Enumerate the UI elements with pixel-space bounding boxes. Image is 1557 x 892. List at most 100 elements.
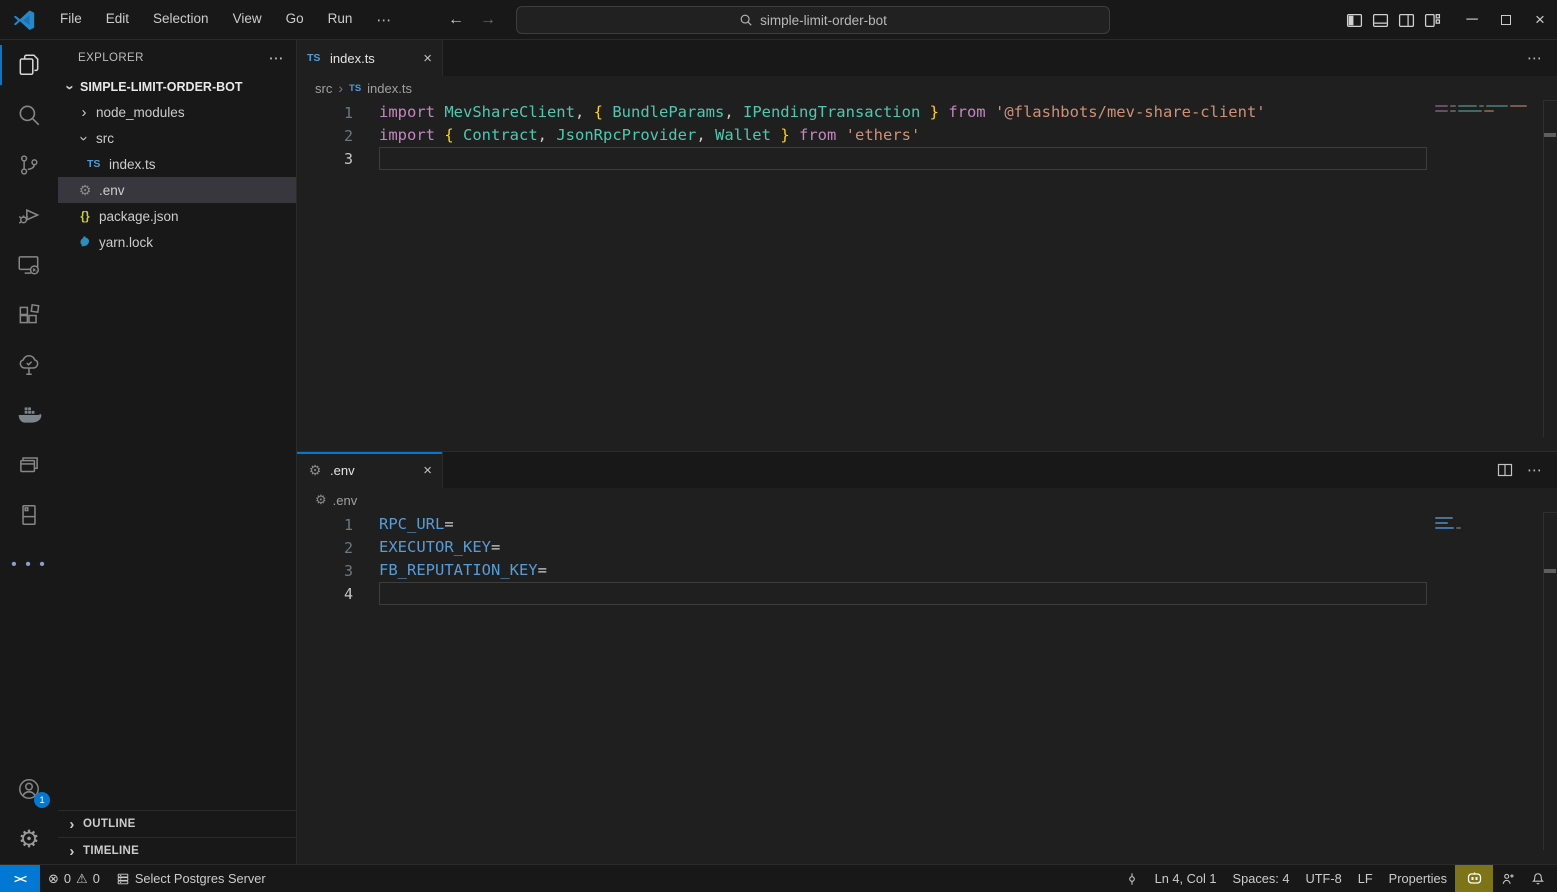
activitybar-source-control[interactable] <box>0 140 58 190</box>
forward-icon[interactable]: → <box>480 11 496 29</box>
command-center-search[interactable]: simple-limit-order-bot <box>516 6 1110 34</box>
menu-run[interactable]: Run <box>318 7 363 33</box>
outline-section[interactable]: › OUTLINE <box>58 810 296 837</box>
toggle-sidebar-icon[interactable] <box>1346 12 1363 29</box>
menu-go[interactable]: Go <box>276 7 314 33</box>
minimap[interactable] <box>1435 105 1541 112</box>
breadcrumb-folder[interactable]: src <box>315 81 332 96</box>
code-line-3[interactable]: 3 <box>297 147 1557 170</box>
close-tab-icon[interactable]: × <box>423 462 432 479</box>
tree-item-env[interactable]: ⚙ .env <box>58 177 296 203</box>
minimap[interactable] <box>1435 517 1541 529</box>
timeline-section[interactable]: › TIMELINE <box>58 837 296 864</box>
line-text: EXECUTOR_KEY= <box>379 536 1427 559</box>
cursor-position[interactable]: Ln 4, Col 1 <box>1147 865 1225 892</box>
ports-indicator[interactable] <box>1117 865 1147 892</box>
activitybar-search[interactable] <box>0 90 58 140</box>
activitybar-windows-extension[interactable] <box>0 440 58 490</box>
tree-item-package-json[interactable]: {} package.json <box>58 203 296 229</box>
breadcrumb-file[interactable]: .env <box>333 493 358 508</box>
outline-label: OUTLINE <box>83 818 136 830</box>
root-folder-row[interactable]: › SIMPLE-LIMIT-ORDER-BOT <box>58 75 296 99</box>
activitybar-settings[interactable]: ⚙ <box>0 814 58 864</box>
line-text: FB_REPUTATION_KEY= <box>379 559 1427 582</box>
editor-more-actions-icon[interactable]: ⋯ <box>1527 461 1543 479</box>
back-icon[interactable]: ← <box>448 11 464 29</box>
eol-setting[interactable]: LF <box>1350 865 1381 892</box>
folder-label: node_modules <box>96 105 185 120</box>
tab-env[interactable]: ⚙ .env × <box>297 452 443 488</box>
tree-item-index-ts[interactable]: TS index.ts <box>58 151 296 177</box>
feedback-button[interactable] <box>1493 865 1523 892</box>
warning-count: 0 <box>93 871 100 886</box>
maximize-button[interactable] <box>1489 0 1523 40</box>
source-control-icon <box>16 152 42 178</box>
code-editor-env[interactable]: 1RPC_URL=2EXECUTOR_KEY=3FB_REPUTATION_KE… <box>297 512 1557 864</box>
activitybar-run-debug[interactable] <box>0 190 58 240</box>
activitybar-accounts[interactable]: 1 <box>0 764 58 814</box>
minimize-button[interactable]: ─ <box>1455 0 1489 40</box>
menu-file[interactable]: File <box>50 7 92 33</box>
language-mode[interactable]: Properties <box>1381 865 1455 892</box>
file-tree: › node_modules › src TS index.ts ⚙ .env … <box>58 99 296 810</box>
toggle-panel-icon[interactable] <box>1372 12 1389 29</box>
menu-more-icon[interactable]: ⋯ <box>366 7 402 33</box>
line-text: import MevShareClient, { BundleParams, I… <box>379 101 1427 124</box>
scrollbar-thumb[interactable] <box>1544 569 1556 573</box>
scrollbar-thumb[interactable] <box>1544 133 1556 137</box>
breadcrumb-top[interactable]: src › TS index.ts <box>297 76 1557 100</box>
code-line-4[interactable]: 4 <box>297 582 1557 605</box>
code-line-1[interactable]: 1RPC_URL= <box>297 513 1557 536</box>
problems-indicator[interactable]: ⊗ 0 ⚠ 0 <box>40 865 108 892</box>
toggle-secondary-sidebar-icon[interactable] <box>1398 12 1415 29</box>
activitybar-docker[interactable] <box>0 390 58 440</box>
breadcrumb-bottom[interactable]: ⚙ .env <box>297 488 1557 512</box>
split-editor-icon[interactable] <box>1497 462 1513 478</box>
activitybar-testing-extension[interactable] <box>0 340 58 390</box>
encoding-setting[interactable]: UTF-8 <box>1297 865 1349 892</box>
line-number: 4 <box>297 585 353 603</box>
tab-index-ts[interactable]: TS index.ts × <box>297 40 443 76</box>
editor-more-actions-icon[interactable]: ⋯ <box>1527 49 1543 67</box>
code-line-2[interactable]: 2import { Contract, JsonRpcProvider, Wal… <box>297 124 1557 147</box>
menu-edit[interactable]: Edit <box>96 7 139 33</box>
postgres-server-selector[interactable]: Select Postgres Server <box>108 865 274 892</box>
breadcrumb-file[interactable]: index.ts <box>367 81 412 96</box>
scrollbar[interactable] <box>1543 512 1557 850</box>
menu-selection[interactable]: Selection <box>143 7 219 33</box>
tree-item-yarn-lock[interactable]: yarn.lock <box>58 229 296 255</box>
warning-icon: ⚠ <box>76 871 88 887</box>
env-file-gear-icon: ⚙ <box>307 462 323 479</box>
activitybar-database-extension[interactable] <box>0 490 58 540</box>
copilot-status[interactable] <box>1455 865 1493 892</box>
statusbar-right: Ln 4, Col 1 Spaces: 4 UTF-8 LF Propertie… <box>1117 865 1557 892</box>
code-line-2[interactable]: 2EXECUTOR_KEY= <box>297 536 1557 559</box>
history-nav: ← → <box>448 11 496 29</box>
activitybar-extensions[interactable] <box>0 290 58 340</box>
gear-icon: ⚙ <box>18 825 40 854</box>
scrollbar[interactable] <box>1543 100 1557 437</box>
search-value: simple-limit-order-bot <box>760 13 887 28</box>
explorer-more-icon[interactable]: ⋯ <box>269 49 284 67</box>
tree-item-node-modules[interactable]: › node_modules <box>58 99 296 125</box>
activitybar-more-icon[interactable]: • • • <box>0 540 58 590</box>
notifications-button[interactable] <box>1523 865 1557 892</box>
customize-layout-icon[interactable] <box>1424 12 1441 29</box>
tree-check-icon <box>16 352 42 378</box>
indentation-setting[interactable]: Spaces: 4 <box>1225 865 1298 892</box>
extensions-icon <box>16 302 42 328</box>
ports-icon <box>1125 872 1139 886</box>
activitybar-explorer[interactable] <box>0 40 58 90</box>
cabinet-icon <box>16 502 42 528</box>
tree-item-src[interactable]: › src <box>58 125 296 151</box>
chevron-down-icon: › <box>62 81 79 93</box>
code-line-3[interactable]: 3FB_REPUTATION_KEY= <box>297 559 1557 582</box>
close-window-button[interactable]: × <box>1523 0 1557 40</box>
menu-view[interactable]: View <box>223 7 272 33</box>
activitybar-remote-explorer[interactable] <box>0 240 58 290</box>
remote-indicator[interactable]: >< <box>0 865 40 892</box>
code-line-1[interactable]: 1import MevShareClient, { BundleParams, … <box>297 101 1557 124</box>
close-tab-icon[interactable]: × <box>423 50 432 67</box>
search-icon <box>16 102 42 128</box>
code-editor-index-ts[interactable]: 1import MevShareClient, { BundleParams, … <box>297 100 1557 451</box>
